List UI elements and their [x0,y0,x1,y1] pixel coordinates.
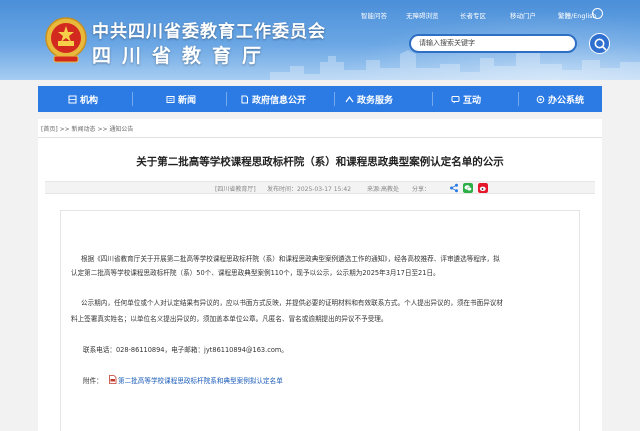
body-paragraph-line: 公示期内，任何单位或个人对认定结果有异议的，应以书面方式反映，并提供必要的证明材… [81,299,503,307]
top-link-elderly[interactable]: 长者专区 [460,10,486,20]
globe-icon[interactable] [592,8,603,19]
article-title: 关于第二批高等学校课程思政标杆院（系）和课程思政典型案例认定名单的公示 [136,156,504,168]
wechat-icon[interactable] [463,183,473,193]
nav-divider [334,92,335,106]
top-utility-links: 智能问答 无障碍浏览 长者专区 移动门户 繁體/English [0,10,640,22]
chat-icon [451,95,460,103]
meta-channel: [四川省教育厅] [215,186,256,193]
content-card: [首页] >> 新闻动态 >> 通知公告 关于第二批高等学校课程思政标杆院（系）… [38,119,602,431]
meta-publish-time: 发布时间：2025-03-17 15:42 [267,186,352,193]
meta-source: 来源:高教处 [367,186,400,193]
attachment-label: 附件： [83,377,103,385]
nav-item-gov-info[interactable]: 政府信息公开 [240,86,306,112]
building-icon [68,95,77,103]
nav-divider [132,92,133,106]
nav-item-interaction[interactable]: 互动 [451,86,481,112]
share-icon[interactable] [449,183,459,193]
site-header: 中共四川省委教育工作委员会 四川省教育厅 智能问答 无障碍浏览 长者专区 移动门… [0,0,640,80]
nav-divider [226,92,227,106]
search-button[interactable] [589,33,610,54]
newspaper-icon [166,95,175,103]
top-link-qa[interactable]: 智能问答 [361,10,387,20]
meta-share-label: 分享： [412,186,431,193]
nav-label: 办公系统 [548,95,585,106]
nav-divider [518,92,519,106]
nav-label: 政务服务 [357,95,394,106]
nav-divider [432,92,433,106]
nav-item-office-system[interactable]: 办公系统 [536,86,584,112]
article-meta-bar: [四川省教育厅] 发布时间：2025-03-17 15:42 来源:高教处 分享… [45,181,595,194]
system-icon [536,95,545,103]
body-paragraph-line: 认定第二批高等学校课程思政标杆院（系）50个、课程思政典型案例110个，现予以公… [71,269,440,277]
nav-label: 互动 [463,95,482,106]
top-link-mobile[interactable]: 移动门户 [510,10,536,20]
nav-label: 政府信息公开 [252,95,307,106]
breadcrumb-divider [38,137,602,138]
search-input[interactable]: 请输入搜索关键字 [409,34,577,53]
nav-label: 新闻 [178,95,197,106]
nav-label: 机构 [80,95,99,106]
body-paragraph-line: 根据《四川省教育厅关于开展第二批高等学校课程思政标杆院（系）和课程思政典型案例遴… [81,255,500,263]
contact-info: 联系电话：028-86110894，电子邮箱：jyt86110894@163.c… [83,346,288,354]
breadcrumb[interactable]: [首页] >> 新闻动态 >> 通知公告 [41,124,133,133]
attachment-link[interactable]: 第二批高等学校课程思政标杆院系和典型案例拟认定名单 [118,375,283,385]
top-link-accessibility[interactable]: 无障碍浏览 [406,10,439,20]
document-icon [241,95,248,103]
nav-item-institution[interactable]: 机构 [68,86,98,112]
nav-item-news[interactable]: 新闻 [166,86,196,112]
top-link-language[interactable]: 繁體/English [558,10,597,20]
file-icon [109,375,117,384]
search-icon [594,38,607,51]
dept-name-title: 四川省教育厅 [92,45,273,67]
service-icon [345,95,354,102]
weibo-icon[interactable] [478,183,488,193]
nav-item-services[interactable]: 政务服务 [345,86,393,112]
body-paragraph-line: 料上签署真实姓名；以单位名义提出异议的，须加盖本单位公章。凡匿名、冒名或逾期提出… [71,315,388,323]
main-nav: 机构 新闻 政府信息公开 政务服务 互动 办公系统 [38,86,602,112]
national-emblem-icon [45,17,87,63]
